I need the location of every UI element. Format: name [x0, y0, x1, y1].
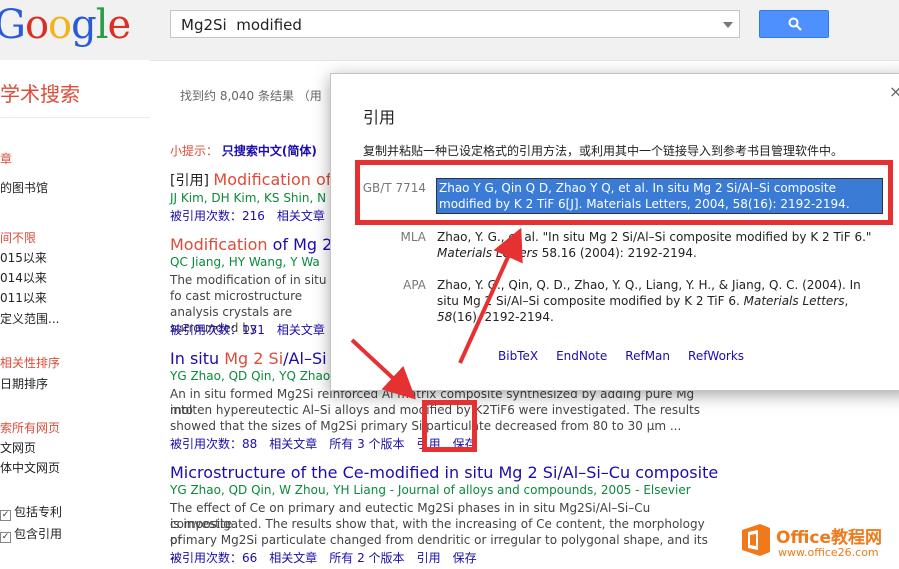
annotation-arrow	[458, 227, 523, 364]
watermark-title: Office教程网	[776, 528, 883, 548]
office-logo-icon	[742, 524, 770, 556]
annotation-arrows	[350, 227, 523, 400]
watermark: Office教程网 www.office26.com	[732, 520, 899, 566]
annotation-arrow	[350, 338, 416, 400]
watermark-url: www.office26.com	[778, 546, 879, 559]
